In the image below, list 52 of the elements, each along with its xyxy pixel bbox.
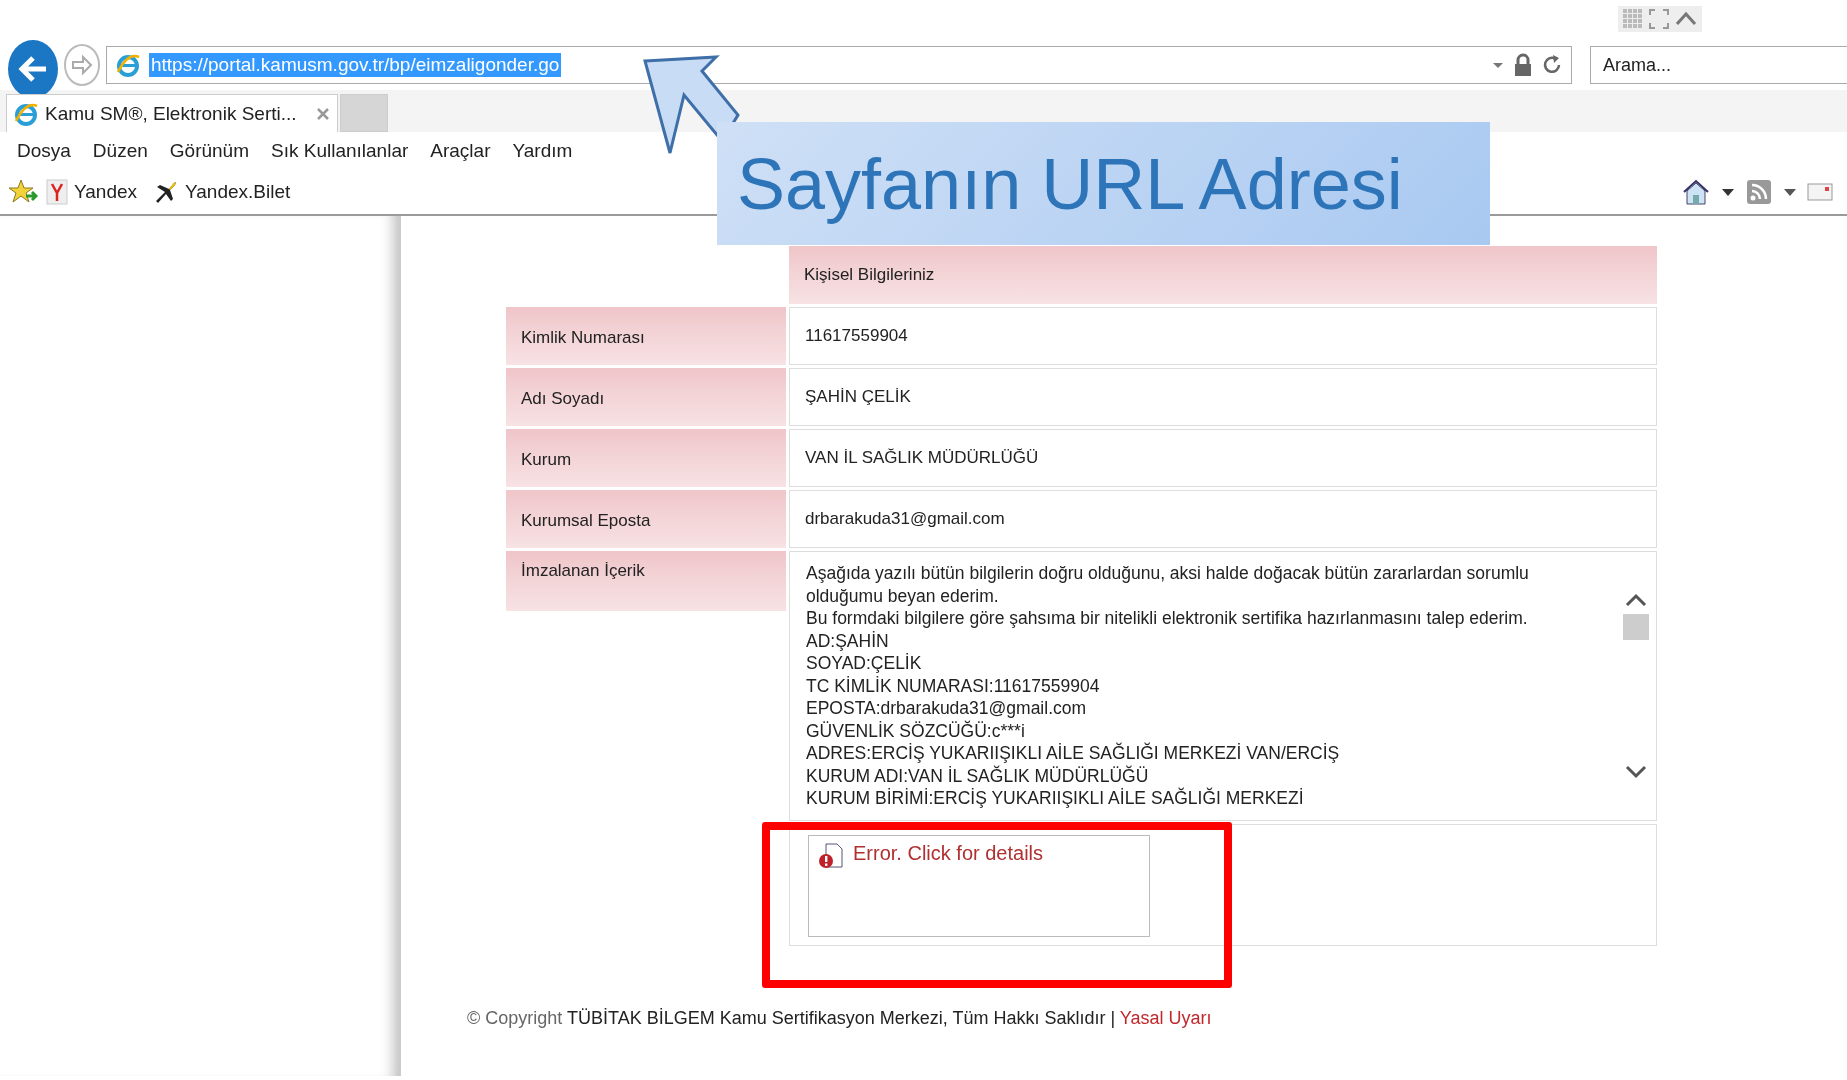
field-label: Adı Soyadı (506, 368, 786, 426)
field-label: Kimlik Numarası (506, 307, 786, 365)
dropdown-icon[interactable] (1721, 187, 1735, 197)
feed-icon[interactable] (1745, 178, 1773, 206)
text-line: Aşağıda yazılı bütün bilgilerin doğru olduğunu, aksi halde doğacak bütün zararlardan sorumlu olduğumu beyan ederim. (806, 562, 1530, 607)
scroll-thumb[interactable] (1623, 614, 1649, 640)
annotation-callout: Sayfanın URL Adresi (717, 122, 1490, 245)
text-line: EPOSTA:drbarakuda31@gmail.com (806, 697, 1088, 720)
copyright-text: © Copyright TÜBİTAK BİLGEM Kamu Sertifikasyon Merkezi, Tüm Hakkı Saklıdır | Yasal Uyarı (467, 1008, 1213, 1029)
lock-icon (1513, 53, 1533, 77)
field-value: ŞAHİN ÇELİK (789, 368, 1657, 426)
menu-item[interactable]: Yardım (501, 140, 584, 162)
refresh-icon[interactable] (1541, 54, 1563, 76)
field-label: Kurum (506, 429, 786, 487)
home-icon[interactable] (1681, 178, 1711, 206)
text-line: KURUM BİRİMİ:ERCİŞ YUKARIIŞIKLI AİLE SAĞLIĞI MERKEZİ (806, 787, 1305, 810)
dropdown-icon[interactable] (1783, 187, 1797, 197)
text-line: AD:ŞAHİN (806, 629, 890, 652)
text-line: GÜVENLİK SÖZCÜĞÜ:c***i (806, 719, 1026, 742)
error-document-icon (817, 842, 845, 870)
forward-button[interactable] (63, 44, 100, 86)
menu-item[interactable]: Sık Kullanılanlar (260, 140, 420, 162)
scroll-down-icon[interactable] (1624, 764, 1648, 780)
legal-notice-link[interactable]: Yasal Uyarı (1119, 1008, 1212, 1028)
menu-item[interactable]: Araçlar (419, 140, 502, 162)
field-value: VAN İL SAĞLIK MÜDÜRLÜĞÜ (789, 429, 1657, 487)
menu-item[interactable]: Düzen (81, 140, 159, 162)
yandex-logo-icon (46, 179, 68, 205)
menu-item[interactable]: Görünüm (158, 140, 260, 162)
text-line: TC KİMLİK NUMARASI:11617559904 (806, 674, 1101, 697)
browser-tab[interactable]: Kamu SM®, Elektronik Serti... (6, 94, 338, 132)
text-line: KURUM ADI:VAN İL SAĞLIK MÜDÜRLÜĞÜ (806, 764, 1150, 787)
field-label: İmzalanan İçerik (506, 551, 786, 611)
favorite-link[interactable]: Yandex.Bilet (185, 181, 291, 203)
favorite-link[interactable]: Yandex (74, 181, 138, 203)
url-text: https://portal.kamusm.gov.tr/bp/eimzaligonder.go (149, 53, 562, 77)
text-line: SOYAD:ÇELİK (806, 652, 923, 675)
field-value: drbarakuda31@gmail.com (789, 490, 1657, 548)
close-icon[interactable] (315, 105, 331, 122)
text-line: ADRES:ERCİŞ YUKARIIŞIKLI AİLE SAĞLIĞI MERKEZİ VAN/ERCİŞ (806, 742, 1341, 765)
favorites-star-icon[interactable] (8, 178, 38, 206)
field-value: 11617559904 (789, 307, 1657, 365)
menu-item[interactable]: Dosya (6, 140, 82, 162)
mail-icon[interactable] (1807, 181, 1833, 203)
fullscreen-icon[interactable] (1648, 8, 1670, 30)
browser-logo-icon (115, 52, 141, 78)
field-label: Kurumsal Eposta (506, 490, 786, 548)
error-link[interactable]: Error. Click for details (853, 842, 1044, 865)
scroll-up-icon[interactable] (1624, 592, 1648, 608)
search-field[interactable]: Arama... (1590, 46, 1847, 84)
text-line: Bu formdaki bilgilere göre şahsıma bir nitelikli elektronik sertifika hazırlanmasını talep ederim. (806, 607, 1529, 630)
section-header: Kişisel Bilgileriniz (789, 246, 1657, 304)
